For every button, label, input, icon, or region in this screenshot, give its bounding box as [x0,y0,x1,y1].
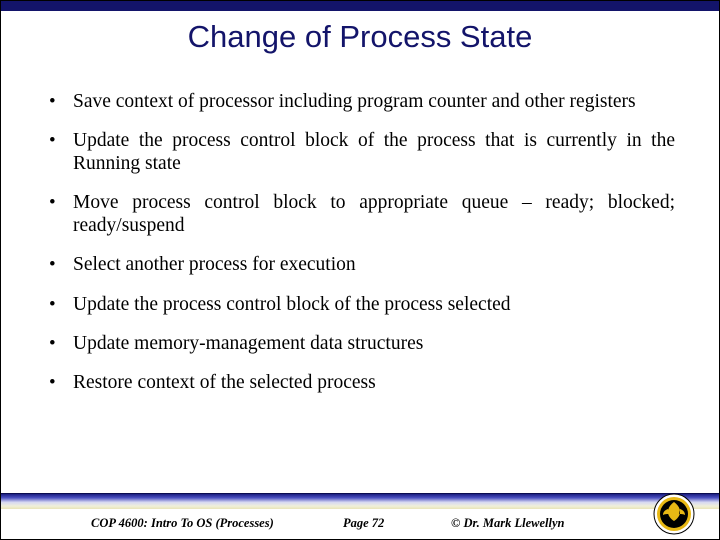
ucf-pegasus-icon [653,493,695,535]
bullet-text: Select another process for execution [73,254,356,275]
slide-title: Change of Process State [1,19,719,55]
footer-page: Page 72 [343,516,384,531]
bullet-item: Move process control block to appropriat… [45,192,675,237]
pegasus-logo-svg [653,493,695,535]
footer-author: © Dr. Mark Llewellyn [451,516,565,531]
footer-course: COP 4600: Intro To OS (Processes) [91,516,274,531]
bullet-text: Update the process control block of the … [73,130,675,173]
bullet-item: Update memory-management data structures [45,333,675,355]
bullet-list: Save context of processor including prog… [45,91,675,395]
bullet-item: Update the process control block of the … [45,294,675,316]
bullet-text: Restore context of the selected process [73,372,376,393]
bullet-item: Restore context of the selected process [45,372,675,394]
bullet-item: Save context of processor including prog… [45,91,675,113]
footer-gradient-bar [1,493,719,509]
slide: Change of Process State Save context of … [0,0,720,540]
bullet-text: Save context of processor including prog… [73,91,636,112]
bullet-text: Move process control block to appropriat… [73,192,675,235]
bullet-item: Select another process for execution [45,254,675,276]
body-area: Save context of processor including prog… [45,91,675,412]
top-accent-bar [1,1,719,11]
bullet-text: Update memory-management data structures [73,333,423,354]
bullet-item: Update the process control block of the … [45,130,675,175]
title-area: Change of Process State [1,19,719,55]
bullet-text: Update the process control block of the … [73,294,511,315]
